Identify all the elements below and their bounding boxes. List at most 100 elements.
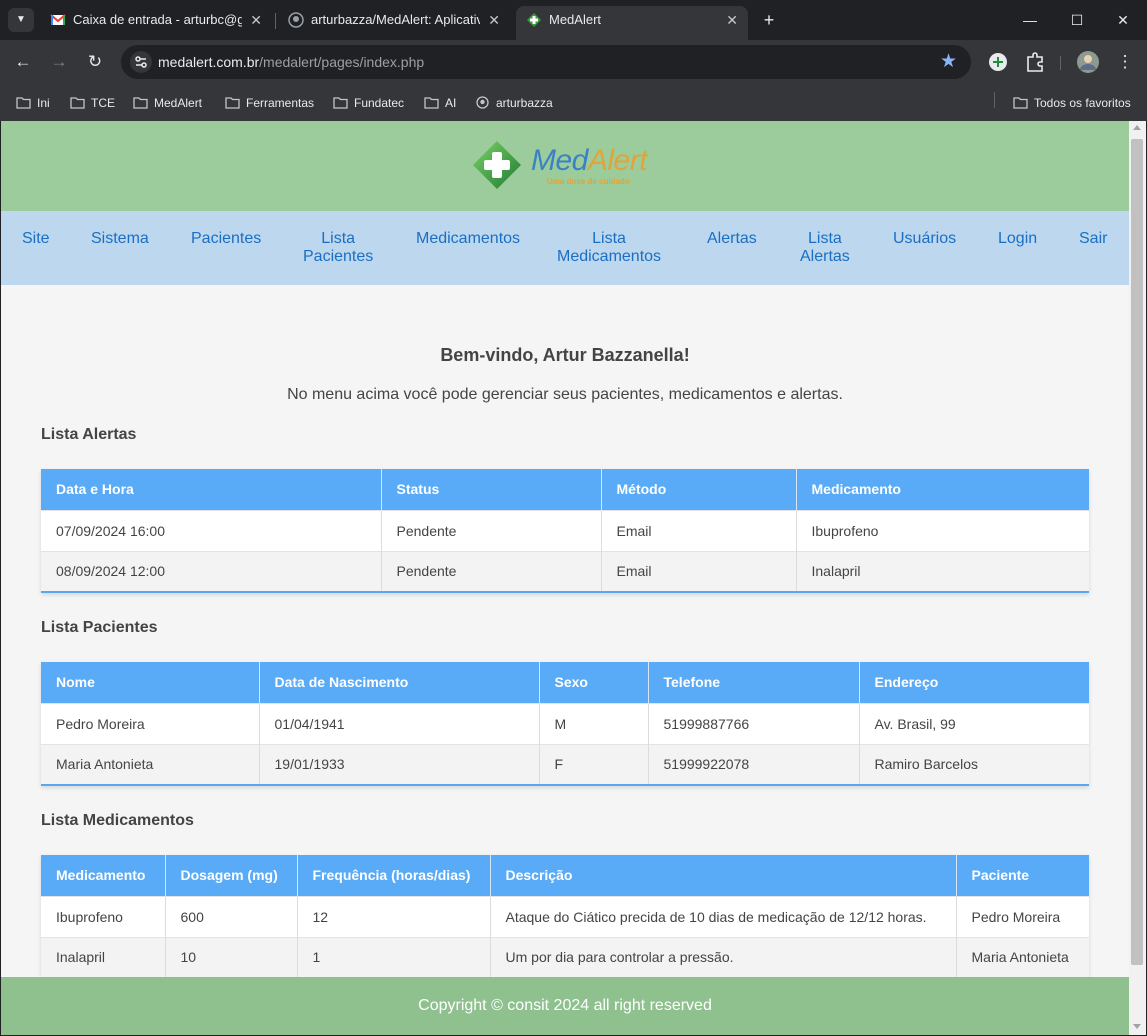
tab-medalert[interactable]: MedAlert ✕	[516, 6, 748, 40]
tab-search-chevron-icon[interactable]: ▼	[8, 8, 34, 32]
bookmarks-bar: Ini TCE MedAlert Ferramentas Fundatec AI…	[0, 85, 1147, 121]
logo-med: Med	[531, 144, 588, 177]
table-row: 08/09/2024 12:00 Pendente Email Inalapri…	[41, 550, 1089, 592]
close-tab-icon[interactable]: ✕	[250, 6, 262, 34]
column-header: Medicamento	[796, 469, 1089, 510]
table-cell: 10	[165, 936, 298, 978]
url-path: /medalert/pages/index.php	[259, 54, 425, 70]
scroll-down-arrow-icon[interactable]	[1133, 1024, 1141, 1029]
profile-avatar-icon[interactable]	[1075, 49, 1101, 75]
bookmark-link[interactable]: arturbazza	[475, 91, 553, 115]
tab-title: MedAlert	[549, 12, 602, 27]
reload-icon[interactable]: ↻	[81, 48, 109, 76]
tab-gmail[interactable]: Caixa de entrada - arturbc@gmail.com ✕	[40, 6, 272, 40]
medical-cross-icon	[473, 141, 521, 189]
table-cell: Maria Antonieta	[956, 936, 1089, 978]
table-row: Inalapril 10 1 Um por dia para controlar…	[41, 936, 1089, 978]
scroll-up-arrow-icon[interactable]	[1133, 125, 1141, 130]
nav-site[interactable]: Site	[22, 230, 50, 248]
close-window-icon[interactable]: ✕	[1100, 6, 1146, 34]
nav-medicamentos[interactable]: Medicamentos	[416, 230, 520, 248]
tab-divider	[275, 13, 276, 29]
table-cell: Inalapril	[41, 936, 166, 978]
folder-icon	[133, 97, 148, 109]
bookmark-label: MedAlert	[154, 96, 203, 110]
folder-icon	[333, 97, 348, 109]
github-icon	[476, 96, 489, 109]
medications-section-title: Lista Medicamentos	[41, 812, 194, 829]
extensions-puzzle-icon[interactable]	[1022, 49, 1048, 75]
table-cell: Pedro Moreira	[956, 895, 1089, 937]
medalert-favicon	[527, 13, 541, 27]
bookmark-folder[interactable]: TCE	[70, 91, 115, 115]
column-header: Endereço	[859, 662, 1089, 703]
bookmark-label: Ini	[37, 96, 50, 110]
nav-lista-pacientes[interactable]: Lista Pacientes	[303, 230, 373, 266]
all-bookmarks-folder[interactable]: Todos os favoritos	[1013, 91, 1131, 115]
table-row: Ibuprofeno 600 12 Ataque do Ciático prec…	[41, 895, 1089, 937]
bookmark-star-icon[interactable]: ★	[940, 50, 957, 74]
folder-icon	[70, 97, 85, 109]
extension-plus-icon[interactable]	[985, 49, 1011, 75]
column-header: Medicamento	[41, 855, 166, 896]
table-cell: 1	[297, 936, 491, 978]
page-viewport: MedAlert Uma dose de cuidado Site Sistem…	[1, 121, 1129, 1035]
table-cell: Pendente	[381, 550, 602, 592]
page-scrollbar[interactable]	[1129, 121, 1146, 1035]
patients-section-title: Lista Pacientes	[41, 619, 158, 636]
tab-github[interactable]: arturbazza/MedAlert: Aplicativo ✕	[278, 6, 510, 40]
nav-lista-medicamentos[interactable]: Lista Medicamentos	[557, 230, 661, 266]
back-icon[interactable]: ←	[9, 48, 37, 76]
nav-alertas[interactable]: Alertas	[707, 230, 757, 248]
close-tab-icon[interactable]: ✕	[488, 6, 500, 34]
column-header: Data de Nascimento	[259, 662, 540, 703]
nav-sair[interactable]: Sair	[1079, 230, 1107, 248]
table-cell: Ramiro Barcelos	[859, 743, 1089, 785]
nav-pacientes[interactable]: Pacientes	[191, 230, 261, 248]
nav-login[interactable]: Login	[998, 230, 1037, 248]
browser-tab-strip: ▼ Caixa de entrada - arturbc@gmail.com ✕…	[0, 0, 1147, 40]
url-text[interactable]: medalert.com.br/medalert/pages/index.php	[158, 45, 424, 79]
address-bar[interactable]: medalert.com.br/medalert/pages/index.php…	[121, 45, 971, 79]
scrollbar-thumb[interactable]	[1131, 139, 1143, 965]
alerts-table: Data e Hora Status Método Medicamento 07…	[41, 469, 1089, 593]
table-cell: Ataque do Ciático precida de 10 dias de …	[490, 895, 957, 937]
url-host: medalert.com.br	[158, 54, 260, 70]
bookmark-folder[interactable]: AI	[424, 91, 456, 115]
table-cell: 51999922078	[648, 743, 860, 785]
table-cell: Pendente	[381, 509, 602, 551]
tab-title: arturbazza/MedAlert: Aplicativo	[311, 12, 480, 27]
table-cell: 19/01/1933	[259, 743, 540, 785]
bookmark-folder[interactable]: Fundatec	[333, 91, 404, 115]
folder-icon	[16, 97, 31, 109]
nav-usuarios[interactable]: Usuários	[893, 230, 956, 248]
bookmark-folder[interactable]: MedAlert	[133, 91, 202, 115]
nav-sistema[interactable]: Sistema	[91, 230, 149, 248]
new-tab-icon[interactable]: +	[758, 8, 780, 32]
table-cell: F	[539, 743, 649, 785]
site-nav: Site Sistema Pacientes Lista Pacientes M…	[1, 211, 1129, 285]
site-header: MedAlert Uma dose de cuidado	[1, 121, 1129, 211]
bookmark-label: AI	[445, 96, 457, 110]
forward-icon[interactable]: →	[45, 48, 73, 76]
nav-lista-alertas[interactable]: Lista Alertas	[800, 230, 850, 266]
tab-title: Caixa de entrada - arturbc@gmail.com	[73, 12, 242, 27]
table-cell: Pedro Moreira	[41, 702, 260, 744]
column-header: Paciente	[956, 855, 1089, 896]
site-settings-icon[interactable]	[129, 50, 153, 74]
table-cell: Um por dia para controlar a pressão.	[490, 936, 957, 978]
column-header: Dosagem (mg)	[165, 855, 298, 896]
bookmark-folder[interactable]: Ferramentas	[225, 91, 314, 115]
table-cell: Av. Brasil, 99	[859, 702, 1089, 744]
folder-icon	[1013, 97, 1028, 109]
alerts-section-title: Lista Alertas	[41, 426, 137, 443]
more-menu-icon[interactable]: ⋮	[1111, 48, 1139, 76]
bookmark-label: TCE	[91, 96, 115, 110]
medalert-logo[interactable]: MedAlert Uma dose de cuidado	[469, 137, 669, 193]
maximize-icon[interactable]: ☐	[1054, 6, 1100, 34]
minimize-icon[interactable]: —	[1007, 6, 1053, 34]
close-tab-icon[interactable]: ✕	[726, 6, 738, 34]
browser-toolbar: ← → ↻ medalert.com.br/medalert/pages/ind…	[0, 40, 1147, 85]
bookmark-folder[interactable]: Ini	[16, 91, 50, 115]
table-header-row: Data e Hora Status Método Medicamento	[41, 469, 1089, 510]
